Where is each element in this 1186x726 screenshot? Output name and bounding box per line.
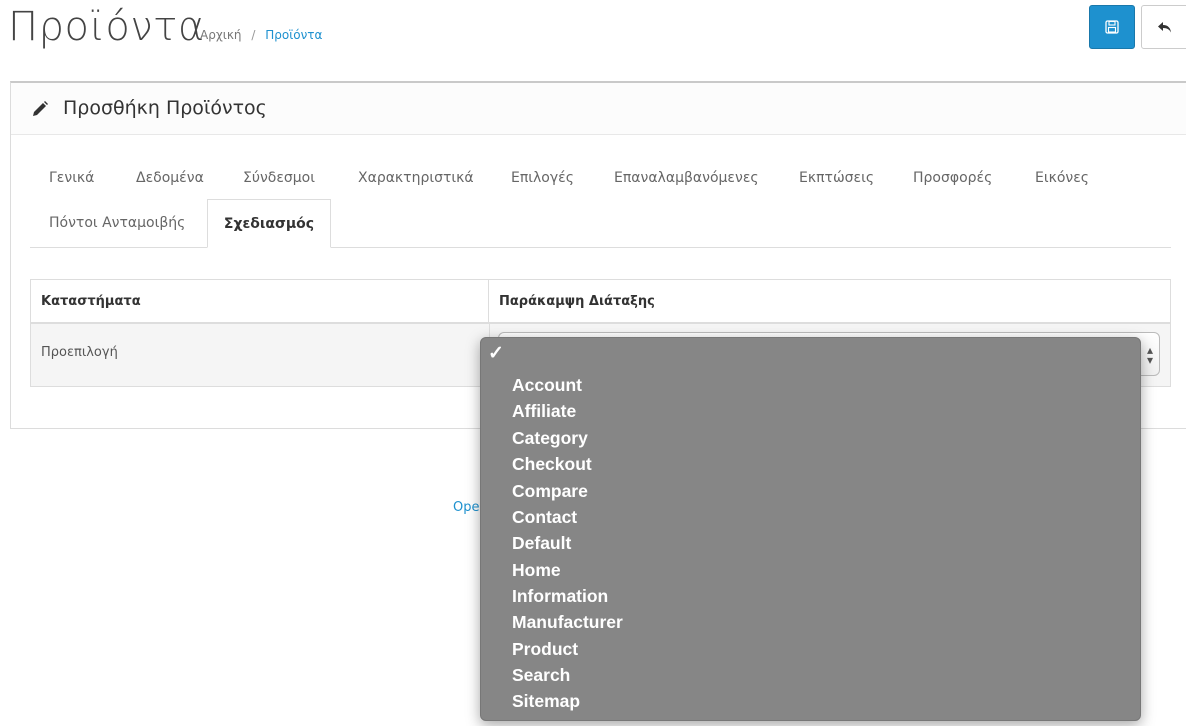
dropdown-option-checkout[interactable]: Checkout	[512, 454, 592, 474]
save-button[interactable]	[1089, 5, 1135, 49]
dropdown-option-manufacturer[interactable]: Manufacturer	[512, 612, 623, 632]
page-title: Προϊόντα	[8, 4, 205, 50]
store-name: Προεπιλογή	[41, 345, 118, 360]
dropdown-option-default[interactable]: Default	[512, 533, 571, 553]
dropdown-option-home[interactable]: Home	[512, 560, 561, 580]
reply-arrow-icon	[1158, 22, 1171, 33]
back-button[interactable]	[1141, 5, 1186, 49]
column-header-layout-override: Παράκαμψη Διάταξης	[499, 293, 655, 309]
panel-heading: Προσθήκη Προϊόντος	[11, 83, 1186, 135]
dropdown-option-search[interactable]: Search	[512, 665, 570, 685]
tab-images[interactable]: Εικόνες	[1035, 170, 1089, 186]
tab-options[interactable]: Επιλογές	[511, 170, 574, 186]
dropdown-option-product[interactable]: Product	[512, 639, 578, 659]
breadcrumb-home[interactable]: Αρχική	[200, 28, 242, 42]
column-header-stores: Καταστήματα	[31, 280, 489, 322]
dropdown-option-sitemap[interactable]: Sitemap	[512, 691, 580, 711]
dropdown-option-affiliate[interactable]: Affiliate	[512, 401, 576, 421]
select-arrows-icon: ▴ ▾	[1146, 343, 1153, 367]
tab-data[interactable]: Δεδομένα	[136, 170, 204, 186]
panel-title: Προσθήκη Προϊόντος	[63, 97, 267, 119]
footer-link[interactable]: Ope	[453, 500, 479, 515]
breadcrumb-current[interactable]: Προϊόντα	[265, 28, 322, 42]
floppy-disk-icon	[1105, 20, 1119, 34]
tab-reward-points[interactable]: Πόντοι Ανταμοιβής	[49, 215, 185, 231]
pencil-icon	[31, 100, 49, 122]
tab-design[interactable]: Σχεδιασμός	[207, 199, 331, 248]
tab-specials[interactable]: Προσφορές	[913, 170, 992, 186]
dropdown-option-category[interactable]: Category	[512, 428, 588, 448]
tab-divider	[30, 247, 1171, 248]
tab-discounts[interactable]: Εκπτώσεις	[799, 170, 874, 186]
breadcrumb-separator: /	[251, 28, 256, 42]
dropdown-option-contact[interactable]: Contact	[512, 507, 577, 527]
dropdown-option-information[interactable]: Information	[512, 586, 608, 606]
dropdown-option-account[interactable]: Account	[512, 375, 582, 395]
checkmark-icon: ✓	[488, 343, 504, 364]
tab-recurring[interactable]: Επαναλαμβανόμενες	[614, 170, 759, 186]
layout-dropdown-menu[interactable]: ✓ Account Affiliate Category Checkout Co…	[480, 337, 1141, 721]
tab-links[interactable]: Σύνδεσμοι	[243, 170, 315, 186]
tab-attributes[interactable]: Χαρακτηριστικά	[358, 170, 474, 186]
tab-general[interactable]: Γενικά	[49, 170, 94, 186]
breadcrumb: Αρχική / Προϊόντα	[200, 28, 322, 42]
dropdown-option-compare[interactable]: Compare	[512, 481, 588, 501]
